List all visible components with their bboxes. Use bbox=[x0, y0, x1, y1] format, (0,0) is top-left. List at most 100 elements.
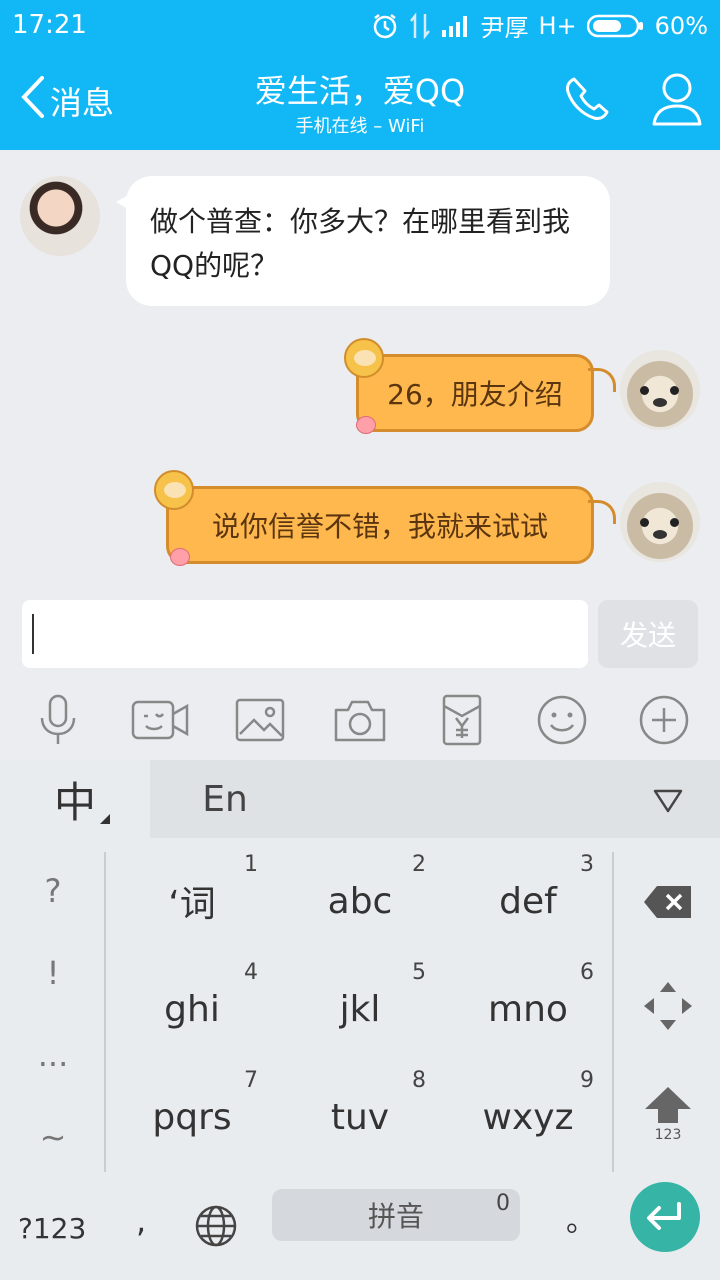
key-label: pqrs bbox=[152, 1096, 232, 1138]
emoji-icon[interactable] bbox=[534, 692, 590, 748]
key-number: 1 bbox=[244, 852, 258, 877]
camera-icon[interactable] bbox=[332, 692, 388, 748]
signal-icon bbox=[441, 14, 471, 38]
symbol-key[interactable]: ? bbox=[0, 872, 106, 910]
key-number: 3 bbox=[580, 852, 594, 877]
cursor-move-key[interactable] bbox=[614, 956, 720, 1056]
monkey-sticker-icon bbox=[154, 470, 194, 510]
triangle-down-icon bbox=[653, 789, 683, 813]
key-3[interactable]: def 3 bbox=[444, 848, 612, 954]
key-number: 0 bbox=[496, 1191, 510, 1216]
space-key[interactable]: 拼音 0 bbox=[272, 1189, 520, 1241]
key-6[interactable]: mno 6 bbox=[444, 956, 612, 1062]
key-label: mno bbox=[488, 988, 568, 1030]
key-label: tuv bbox=[330, 1096, 390, 1138]
key-7[interactable]: pqrs 7 bbox=[108, 1064, 276, 1170]
phone-call-button[interactable] bbox=[562, 74, 612, 124]
message-text: 做个普查：你多大？在哪里看到我QQ的呢？ bbox=[150, 205, 571, 282]
symbol-column: ? ! ... ~ bbox=[0, 852, 106, 1172]
keyboard-bottom-row: ?123 , 拼音 0 。 bbox=[0, 1172, 720, 1280]
online-status: 手机在线 – WiFi bbox=[295, 116, 425, 137]
keyboard-tabs: 中 En bbox=[0, 760, 720, 838]
collapse-keyboard-button[interactable] bbox=[652, 788, 684, 814]
send-button[interactable]: 发送 bbox=[598, 600, 698, 668]
backspace-key[interactable] bbox=[614, 852, 720, 952]
key-9[interactable]: wxyz 9 bbox=[444, 1064, 612, 1170]
arrows-dpad-icon bbox=[644, 982, 692, 1030]
key-5[interactable]: jkl 5 bbox=[276, 956, 444, 1062]
title-bar: 消息 爱生活，爱QQ 手机在线 – WiFi bbox=[0, 50, 720, 150]
status-bar: 17:21 尹厚 H+ 60% bbox=[0, 0, 720, 50]
globe-icon[interactable] bbox=[194, 1204, 238, 1248]
enter-icon bbox=[647, 1202, 681, 1230]
key-number: 7 bbox=[244, 1068, 258, 1093]
enter-key[interactable] bbox=[630, 1182, 700, 1252]
profile-button[interactable] bbox=[650, 70, 704, 128]
microphone-icon[interactable] bbox=[30, 692, 86, 748]
plus-icon[interactable] bbox=[636, 692, 692, 748]
key-4[interactable]: ghi 4 bbox=[108, 956, 276, 1062]
outgoing-message-bubble[interactable]: 说你信誉不错，我就来试试 bbox=[166, 486, 594, 564]
key-number: 2 bbox=[412, 852, 426, 877]
numbers-switch-key[interactable]: ?123 bbox=[18, 1212, 86, 1245]
incoming-message-bubble[interactable]: 做个普查：你多大？在哪里看到我QQ的呢？ bbox=[116, 176, 610, 306]
symbol-key[interactable]: ~ bbox=[0, 1118, 106, 1156]
comma-key[interactable]: , bbox=[136, 1202, 146, 1240]
function-column: 123 bbox=[612, 852, 720, 1172]
period-key[interactable]: 。 bbox=[566, 1196, 596, 1240]
battery-percent: 60% bbox=[654, 11, 708, 40]
my-avatar[interactable] bbox=[620, 350, 700, 430]
chat-title: 爱生活，爱QQ bbox=[254, 72, 466, 110]
key-label: abc bbox=[327, 880, 393, 922]
key-number: 4 bbox=[244, 960, 258, 985]
bubble-tail-icon bbox=[588, 500, 616, 524]
alarm-icon bbox=[371, 12, 399, 40]
shift-123-key[interactable]: 123 bbox=[614, 1064, 720, 1164]
backspace-icon bbox=[644, 886, 691, 918]
key-number: 6 bbox=[580, 960, 594, 985]
corner-triangle-icon bbox=[100, 814, 110, 824]
key-label: ghi bbox=[164, 988, 220, 1030]
key-1[interactable]: ‘词 1 bbox=[108, 848, 276, 954]
carrier-label: 尹厚 bbox=[480, 14, 529, 42]
image-icon[interactable] bbox=[232, 692, 288, 748]
battery-icon bbox=[586, 14, 645, 38]
composer: 发送 bbox=[0, 590, 720, 680]
symbol-key[interactable]: ... bbox=[0, 1036, 106, 1074]
key-2[interactable]: abc 2 bbox=[276, 848, 444, 954]
top-bar: 17:21 尹厚 H+ 60% 消息 爱生活，爱QQ 手机在线 – WiFi bbox=[0, 0, 720, 150]
key-number: 5 bbox=[412, 960, 426, 985]
tab-chinese[interactable]: 中 bbox=[0, 760, 150, 838]
video-call-icon[interactable] bbox=[130, 692, 190, 748]
key-number: 8 bbox=[412, 1068, 426, 1093]
network-type: H+ bbox=[538, 11, 577, 40]
arrow-up-icon bbox=[645, 1087, 691, 1123]
symbol-key[interactable]: ! bbox=[0, 954, 106, 992]
message-input[interactable] bbox=[22, 600, 588, 668]
key-label: ‘词 bbox=[168, 884, 216, 925]
data-arrows-icon bbox=[409, 11, 431, 40]
tab-english[interactable]: En bbox=[150, 760, 300, 838]
red-packet-icon[interactable] bbox=[434, 692, 490, 748]
phone-icon bbox=[566, 77, 609, 120]
person-icon bbox=[652, 73, 702, 126]
key-label: jkl bbox=[339, 988, 381, 1030]
key-number: 9 bbox=[580, 1068, 594, 1093]
peach-sticker-icon bbox=[356, 416, 376, 434]
my-avatar[interactable] bbox=[620, 482, 700, 562]
message-text: 26，朋友介绍 bbox=[387, 378, 563, 411]
message-text: 说你信誉不错，我就来试试 bbox=[211, 510, 548, 543]
status-time: 17:21 bbox=[12, 10, 87, 40]
status-icons: 尹厚 H+ 60% bbox=[371, 8, 708, 43]
key-label: def bbox=[499, 880, 557, 922]
outgoing-message-bubble[interactable]: 26，朋友介绍 bbox=[356, 354, 594, 432]
space-label: 拼音 bbox=[367, 1200, 424, 1233]
key-label: wxyz bbox=[482, 1096, 574, 1138]
tab-chinese-label: 中 bbox=[53, 777, 96, 827]
key-8[interactable]: tuv 8 bbox=[276, 1064, 444, 1170]
monkey-sticker-icon bbox=[344, 338, 384, 378]
peach-sticker-icon bbox=[170, 548, 190, 566]
composer-toolbar bbox=[0, 680, 720, 760]
contact-avatar[interactable] bbox=[20, 176, 100, 256]
text-caret bbox=[32, 614, 34, 654]
